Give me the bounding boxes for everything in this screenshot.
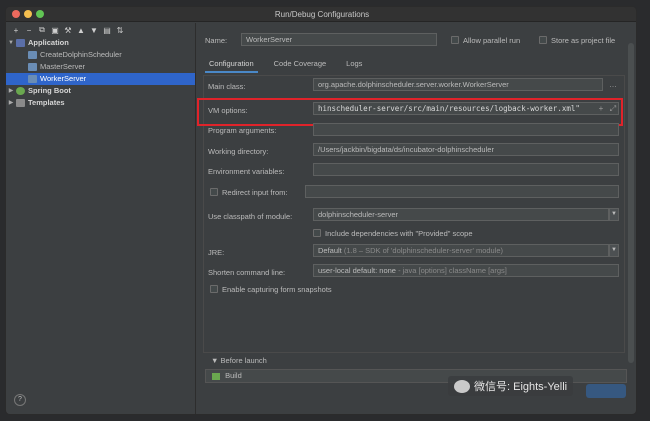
name-label: Name: (205, 36, 228, 45)
environment-variables-field[interactable] (313, 163, 619, 176)
classpath-module-label: Use classpath of module: (208, 212, 293, 221)
folder-icon[interactable]: ▤ (103, 26, 111, 35)
spring-boot-icon (16, 87, 25, 95)
provided-scope-checkbox[interactable] (313, 229, 321, 237)
class-icon (28, 51, 37, 59)
application-icon (16, 39, 25, 47)
move-down-icon[interactable]: ▼ (90, 26, 98, 35)
chevron-down-icon[interactable]: ▼ (609, 208, 619, 221)
working-directory-label: Working directory: (208, 147, 269, 156)
before-launch-header[interactable]: ▼ Before launch (211, 356, 267, 365)
chevron-right-icon[interactable]: ▶ (6, 85, 16, 97)
store-project-label: Store as project file (551, 36, 616, 45)
tab-logs[interactable]: Logs (342, 57, 366, 73)
expand-icon[interactable]: ⤢ (607, 103, 619, 114)
store-project-checkbox[interactable] (539, 36, 547, 44)
jre-select[interactable]: Default (1.8 – SDK of 'dolphinscheduler-… (313, 244, 609, 257)
add-icon[interactable]: + (12, 26, 20, 35)
class-icon (28, 75, 37, 83)
config-form-panel: Name: WorkerServer Allow parallel run St… (197, 23, 636, 414)
ok-button[interactable] (586, 384, 626, 398)
tree-item-masterserver[interactable]: MasterServer (6, 61, 195, 73)
form-scrollbar[interactable] (628, 43, 634, 363)
redirect-input-checkbox[interactable] (210, 188, 218, 196)
tab-code-coverage[interactable]: Code Coverage (270, 57, 331, 73)
copy-icon[interactable]: ⧉ (38, 25, 46, 35)
config-tabs: Configuration Code Coverage Logs (205, 57, 366, 73)
program-arguments-label: Program arguments: (208, 126, 277, 135)
tree-item-spring-boot[interactable]: ▶ Spring Boot (6, 85, 195, 97)
wrench-icon[interactable]: ⚒ (64, 26, 72, 35)
window-title: Run/Debug Configurations (274, 10, 370, 19)
title-bar: Run/Debug Configurations (6, 7, 636, 22)
chevron-down-icon[interactable]: ▼ (6, 37, 16, 49)
program-arguments-field[interactable] (313, 123, 619, 136)
allow-parallel-label: Allow parallel run (463, 36, 521, 45)
shorten-command-label: Shorten command line: (208, 268, 286, 277)
vm-options-label: VM options: (208, 106, 248, 115)
allow-parallel-checkbox[interactable] (451, 36, 459, 44)
remove-icon[interactable]: − (25, 26, 33, 35)
shorten-command-hint: - java [options] className [args] (398, 266, 507, 275)
name-field[interactable]: WorkerServer (241, 33, 437, 46)
help-button[interactable]: ? (14, 394, 26, 406)
wrench-icon (16, 99, 25, 107)
tree-item-templates[interactable]: ▶ Templates (6, 97, 195, 109)
chevron-down-icon[interactable]: ▼ (609, 244, 619, 257)
save-icon[interactable]: ▣ (51, 26, 59, 35)
tree-toolbar: + − ⧉ ▣ ⚒ ▲ ▼ ▤ ⇅ (6, 23, 195, 37)
run-debug-dialog: Run/Debug Configurations + − ⧉ ▣ ⚒ ▲ ▼ ▤… (5, 6, 637, 415)
chevron-down-icon: ▼ (211, 356, 219, 365)
wechat-icon (454, 379, 470, 393)
main-class-label: Main class: (208, 82, 246, 91)
jre-hint: (1.8 – SDK of 'dolphinscheduler-server' … (343, 246, 504, 255)
tab-configuration[interactable]: Configuration (205, 57, 258, 73)
config-tree-panel: + − ⧉ ▣ ⚒ ▲ ▼ ▤ ⇅ ▼ Application CreateDo… (6, 23, 196, 414)
tree-item-createdolphinscheduler[interactable]: CreateDolphinScheduler (6, 49, 195, 61)
shorten-command-value: user-local default: none (318, 266, 396, 275)
move-up-icon[interactable]: ▲ (77, 26, 85, 35)
classpath-module-select[interactable]: dolphinscheduler-server (313, 208, 609, 221)
capture-snapshots-label: Enable capturing form snapshots (222, 285, 332, 294)
jre-value: Default (318, 246, 342, 255)
shorten-command-select[interactable]: user-local default: none - java [options… (313, 264, 619, 277)
capture-snapshots-checkbox[interactable] (210, 285, 218, 293)
hammer-icon (212, 372, 220, 380)
vm-options-field[interactable]: hinscheduler-server/src/main/resources/l… (313, 102, 619, 115)
redirect-input-label: Redirect input from: (222, 188, 288, 197)
jre-label: JRE: (208, 248, 225, 257)
tree-item-workerserver[interactable]: WorkerServer (6, 73, 195, 85)
provided-scope-label: Include dependencies with "Provided" sco… (325, 229, 473, 238)
add-icon[interactable]: + (595, 103, 607, 114)
chevron-right-icon[interactable]: ▶ (6, 97, 16, 109)
browse-icon[interactable]: … (607, 79, 619, 90)
environment-variables-label: Environment variables: (208, 167, 285, 176)
sort-icon[interactable]: ⇅ (116, 26, 124, 35)
main-class-field[interactable]: org.apache.dolphinscheduler.server.worke… (313, 78, 603, 91)
redirect-input-field[interactable] (305, 185, 619, 198)
working-directory-field[interactable]: /Users/jackbin/bigdata/ds/incubator-dolp… (313, 143, 619, 156)
wechat-watermark: 微信号: Eights-Yelli (448, 376, 574, 396)
class-icon (28, 63, 37, 71)
tree-item-application[interactable]: ▼ Application (6, 37, 195, 49)
